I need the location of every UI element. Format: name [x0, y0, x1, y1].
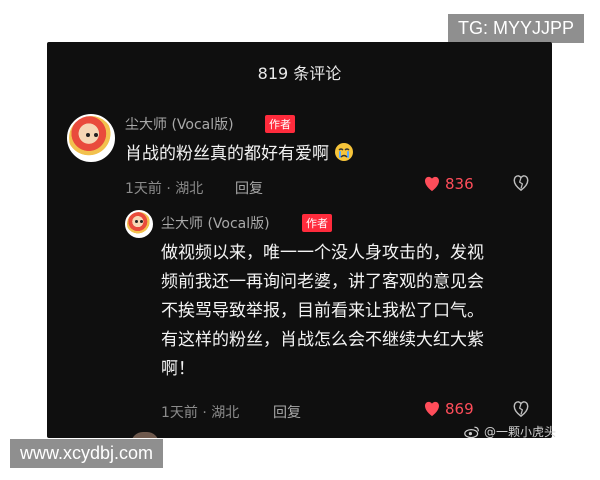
weibo-icon: [464, 426, 479, 438]
comment-text-line: 做视频以来，唯一一个没人身攻击的，发视: [161, 243, 484, 263]
comment-text-line: 啊！: [161, 359, 195, 379]
heart-icon: [424, 401, 440, 417]
tg-watermark-badge: TG: MYYJJPP: [447, 14, 584, 43]
avatar-eye-icon: [135, 220, 138, 223]
comment-text-line: 不挨骂导致举报，目前看来让我松了口气。: [161, 301, 484, 321]
reply-comment-item: 尘大师 (Vocal版) 作者 做视频以来，唯一一个没人身攻击的，发视 频前我还…: [47, 42, 552, 438]
avatar[interactable]: [125, 210, 153, 238]
author-tag-badge: 作者: [302, 214, 332, 232]
comment-text-line: 有这样的粉丝，肖战怎么会不继续大红大紫: [161, 330, 484, 350]
dislike-icon[interactable]: [512, 400, 530, 418]
avatar-eye-icon: [140, 220, 143, 223]
site-watermark-badge: www.xcydbj.com: [10, 439, 164, 468]
comments-panel: 819 条评论 尘大师 (Vocal版) 作者 肖战的粉丝真的都好有爱啊 1天前…: [47, 42, 552, 438]
weibo-watermark: @一颗小虎头: [464, 423, 556, 440]
weibo-watermark-text: @一颗小虎头: [483, 425, 556, 439]
reply-button[interactable]: 回复: [273, 402, 301, 422]
comment-meta: 1天前 · 湖北: [161, 405, 240, 421]
like-count: 869: [445, 400, 474, 418]
like-button[interactable]: 869: [423, 400, 474, 418]
comment-text-line: 频前我还一再询问老婆，讲了客观的意见会: [161, 272, 484, 292]
comment-author-name[interactable]: 尘大师 (Vocal版): [161, 213, 270, 233]
